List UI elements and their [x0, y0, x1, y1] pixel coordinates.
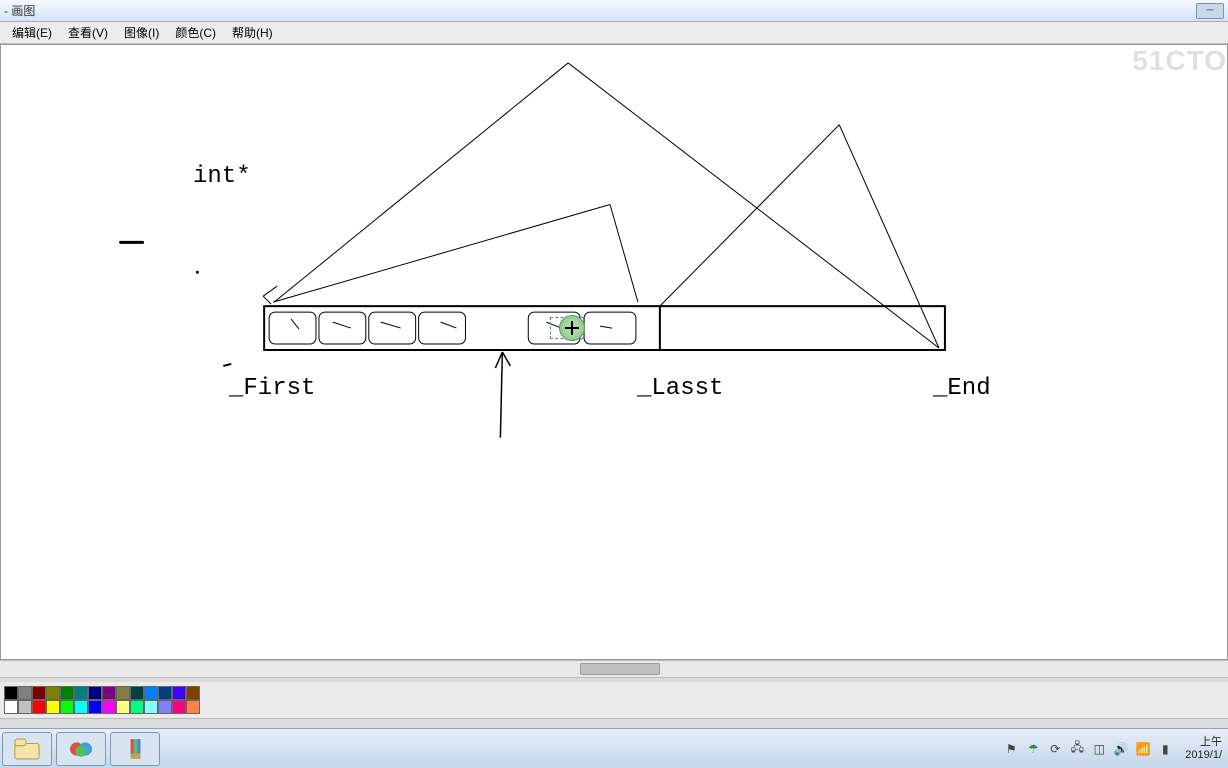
title-bar: - 画图 ─ [0, 0, 1228, 22]
scrollbar-thumb[interactable] [580, 663, 660, 675]
color-swatch[interactable] [102, 686, 116, 700]
tray-shield-icon[interactable]: ◫ [1091, 741, 1107, 757]
color-swatch[interactable] [172, 686, 186, 700]
color-swatch[interactable] [186, 686, 200, 700]
color-swatch[interactable] [102, 700, 116, 714]
color-swatch[interactable] [172, 700, 186, 714]
color-swatch[interactable] [60, 686, 74, 700]
minimize-button[interactable]: ─ [1196, 3, 1224, 19]
text-intptr: int* [193, 163, 251, 190]
menu-color[interactable]: 颜色(C) [167, 22, 224, 43]
tray-sync-icon[interactable]: ⟳ [1047, 741, 1063, 757]
label-end: _End [933, 375, 991, 402]
color-palette [0, 682, 1228, 719]
window-title: - 画图 [4, 2, 1196, 19]
menu-edit[interactable]: 编辑(E) [4, 22, 60, 43]
color-swatch[interactable] [18, 700, 32, 714]
color-swatch[interactable] [4, 700, 18, 714]
color-swatch[interactable] [88, 686, 102, 700]
color-swatch[interactable] [116, 700, 130, 714]
label-lasst: _Lasst [637, 375, 723, 402]
tray-umbrella-icon[interactable]: ☂ [1025, 741, 1041, 757]
color-swatch[interactable] [158, 686, 172, 700]
taskbar-paint-button[interactable] [110, 732, 160, 766]
color-swatch[interactable] [32, 686, 46, 700]
color-swatch[interactable] [46, 700, 60, 714]
tray-network-icon[interactable]: 🖧 [1069, 741, 1085, 757]
color-swatch[interactable] [130, 686, 144, 700]
color-swatch[interactable] [130, 700, 144, 714]
window-buttons: ─ [1196, 3, 1224, 19]
color-swatch[interactable] [88, 700, 102, 714]
tray-battery-icon[interactable]: ▮ [1157, 741, 1173, 757]
taskbar: ⚑ ☂ ⟳ 🖧 ◫ 🔊 📶 ▮ 上午 2019/1/ [0, 728, 1228, 768]
move-cursor-icon [559, 315, 585, 341]
palette-row-2 [4, 700, 1224, 714]
color-swatch[interactable] [144, 700, 158, 714]
taskbar-app1-button[interactable] [56, 732, 106, 766]
color-swatch[interactable] [4, 686, 18, 700]
color-swatch[interactable] [186, 700, 200, 714]
menu-image[interactable]: 图像(I) [116, 22, 167, 43]
menu-bar: 编辑(E) 查看(V) 图像(I) 颜色(C) 帮助(H) [0, 22, 1228, 44]
color-swatch[interactable] [74, 686, 88, 700]
tray-signal-icon[interactable]: 📶 [1135, 741, 1151, 757]
label-first: _First [229, 375, 315, 402]
color-swatch[interactable] [74, 700, 88, 714]
system-tray: ⚑ ☂ ⟳ 🖧 ◫ 🔊 📶 ▮ 上午 2019/1/ [1003, 736, 1228, 762]
menu-view[interactable]: 查看(V) [60, 22, 116, 43]
color-swatch[interactable] [60, 700, 74, 714]
palette-row-1 [4, 686, 1224, 700]
color-swatch[interactable] [18, 686, 32, 700]
color-swatch[interactable] [32, 700, 46, 714]
color-swatch[interactable] [144, 686, 158, 700]
color-swatch[interactable] [116, 686, 130, 700]
clock-period: 上午 [1185, 736, 1222, 749]
color-swatch[interactable] [46, 686, 60, 700]
tray-volume-icon[interactable]: 🔊 [1113, 741, 1129, 757]
clock-date: 2019/1/ [1185, 749, 1222, 762]
taskbar-clock[interactable]: 上午 2019/1/ [1179, 736, 1222, 762]
tray-flag-icon[interactable]: ⚑ [1003, 741, 1019, 757]
taskbar-explorer-button[interactable] [2, 732, 52, 766]
canvas[interactable]: 51CTO [0, 44, 1228, 660]
color-swatch[interactable] [158, 700, 172, 714]
horizontal-scrollbar[interactable] [0, 660, 1228, 678]
drawing-layer [1, 45, 1227, 659]
menu-help[interactable]: 帮助(H) [224, 22, 281, 43]
